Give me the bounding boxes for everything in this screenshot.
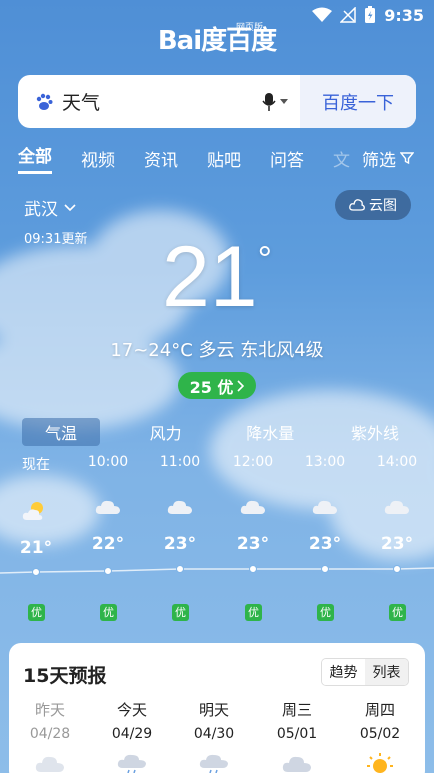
filter-icon xyxy=(400,152,414,165)
day-date: 04/28 xyxy=(29,726,71,742)
hour-time: 现在 xyxy=(22,457,50,473)
hour-item[interactable]: 14:00 23° 优 xyxy=(367,454,427,621)
hour-time: 14:00 xyxy=(376,454,418,470)
tab-uv[interactable]: 紫外线 xyxy=(336,418,414,446)
tab-qa[interactable]: 问答 xyxy=(270,146,304,171)
tab-precipitation[interactable]: 降水量 xyxy=(231,418,309,446)
day-date: 05/01 xyxy=(276,726,318,742)
forecast-day[interactable]: 今天 04/29 xyxy=(101,699,163,773)
forecast-day[interactable]: 周三 05/01 xyxy=(266,699,328,773)
cloud-rain-icon xyxy=(199,754,228,773)
cloud-map-icon xyxy=(349,199,365,211)
tab-video[interactable]: 视频 xyxy=(81,146,115,171)
tab-temperature[interactable]: 气温 xyxy=(22,418,100,446)
voice-search-button[interactable] xyxy=(262,75,300,128)
hour-time: 10:00 xyxy=(87,454,129,470)
chevron-right-icon xyxy=(237,379,245,392)
cloudy-icon xyxy=(167,500,192,514)
day-name: 周四 xyxy=(364,701,395,719)
day-date: 04/30 xyxy=(193,726,235,742)
baidu-logo[interactable]: Bai度百度 网页版 xyxy=(0,20,434,57)
hour-temp: 23° xyxy=(308,534,342,554)
search-button[interactable]: 百度一下 xyxy=(300,75,416,128)
view-toggle: 趋势 列表 xyxy=(321,658,409,686)
tab-news[interactable]: 资讯 xyxy=(144,146,178,171)
list-toggle[interactable]: 列表 xyxy=(365,659,408,685)
hour-item[interactable]: 12:00 23° 优 xyxy=(223,454,283,621)
day-name: 周三 xyxy=(281,701,312,719)
logo-sub: 网页版 xyxy=(236,23,264,33)
hour-item[interactable]: 13:00 23° 优 xyxy=(295,454,355,621)
filter-button[interactable]: 筛选 xyxy=(362,146,414,171)
current-temperature: 21° xyxy=(0,228,434,327)
fifteen-day-forecast-card: 15天预报 趋势 列表 昨天 04/28 今天 04/29 明天 04/30 周… xyxy=(9,643,425,773)
day-name: 昨天 xyxy=(34,701,65,719)
day-date: 04/29 xyxy=(111,726,153,742)
microphone-icon xyxy=(262,92,276,111)
hour-time: 11:00 xyxy=(159,454,201,470)
search-query: 天气 xyxy=(62,92,101,114)
hour-temp: 21° xyxy=(19,538,53,558)
forecast-day[interactable]: 昨天 04/28 xyxy=(19,699,81,773)
cloudy-icon xyxy=(35,756,64,772)
baidu-paw-icon xyxy=(36,93,53,110)
hour-item[interactable]: 11:00 23° 优 xyxy=(150,454,210,621)
hour-item[interactable]: 10:00 22° 优 xyxy=(78,454,138,621)
trend-toggle[interactable]: 趋势 xyxy=(322,659,365,685)
partly-cloudy-icon xyxy=(22,502,43,520)
sun-icon xyxy=(367,753,393,773)
hour-temp: 23° xyxy=(163,534,197,554)
hourly-forecast: 现在 21° 优 10:00 22° 优 11:00 23° 优 12:00 2… xyxy=(0,454,434,634)
cloud-map-button[interactable]: 云图 xyxy=(335,190,411,220)
tab-wind[interactable]: 风力 xyxy=(127,418,205,446)
hour-item[interactable]: 现在 21° 优 xyxy=(6,454,66,621)
search-input[interactable]: 天气 xyxy=(18,75,262,128)
temperature-value: 21 xyxy=(161,229,258,325)
quality-badge: 优 xyxy=(389,604,406,621)
cloudy-icon xyxy=(384,500,409,514)
quality-badge: 优 xyxy=(100,604,117,621)
quality-badge: 优 xyxy=(172,604,189,621)
hour-temp: 22° xyxy=(91,534,125,554)
hour-temp: 23° xyxy=(380,534,414,554)
air-quality-badge[interactable]: 25 优 xyxy=(178,372,256,399)
chevron-down-icon xyxy=(64,203,76,211)
quality-badge: 优 xyxy=(28,604,45,621)
degree-symbol: ° xyxy=(257,238,273,279)
hour-time: 12:00 xyxy=(232,454,274,470)
cloudy-icon xyxy=(312,500,337,514)
hour-time: 13:00 xyxy=(304,454,346,470)
cloudy-icon xyxy=(240,500,265,514)
forecast-title: 15天预报 xyxy=(23,665,107,687)
quality-badge: 优 xyxy=(245,604,262,621)
weather-metric-tabs: 气温 风力 降水量 紫外线 xyxy=(22,418,414,446)
cloudy-icon xyxy=(95,500,120,514)
city-name: 武汉 xyxy=(24,200,58,220)
tab-tieba[interactable]: 贴吧 xyxy=(207,146,241,171)
cloudy-icon xyxy=(282,756,311,772)
day-date: 05/02 xyxy=(359,726,401,742)
forecast-day[interactable]: 周四 05/02 xyxy=(349,699,411,773)
cloud-rain-icon xyxy=(117,754,146,773)
quality-badge: 优 xyxy=(317,604,334,621)
caret-down-icon xyxy=(280,98,288,104)
nav-tabs: 全部 视频 资讯 贴吧 问答 文 筛选 xyxy=(18,142,428,174)
weather-summary: 17~24°C 多云 东北风4级 xyxy=(110,340,324,361)
city-selector[interactable]: 武汉 xyxy=(24,195,76,220)
aqi-value: 25 优 xyxy=(189,377,234,397)
search-box: 天气 百度一下 xyxy=(18,75,416,128)
tab-wenku[interactable]: 文 xyxy=(333,146,350,171)
forecast-day[interactable]: 明天 04/30 xyxy=(183,699,245,773)
filter-label: 筛选 xyxy=(362,150,396,171)
cloud-map-label: 云图 xyxy=(369,198,397,214)
day-name: 今天 xyxy=(116,701,147,719)
tab-all[interactable]: 全部 xyxy=(18,142,52,174)
day-name: 明天 xyxy=(198,701,229,719)
hour-temp: 23° xyxy=(236,534,270,554)
